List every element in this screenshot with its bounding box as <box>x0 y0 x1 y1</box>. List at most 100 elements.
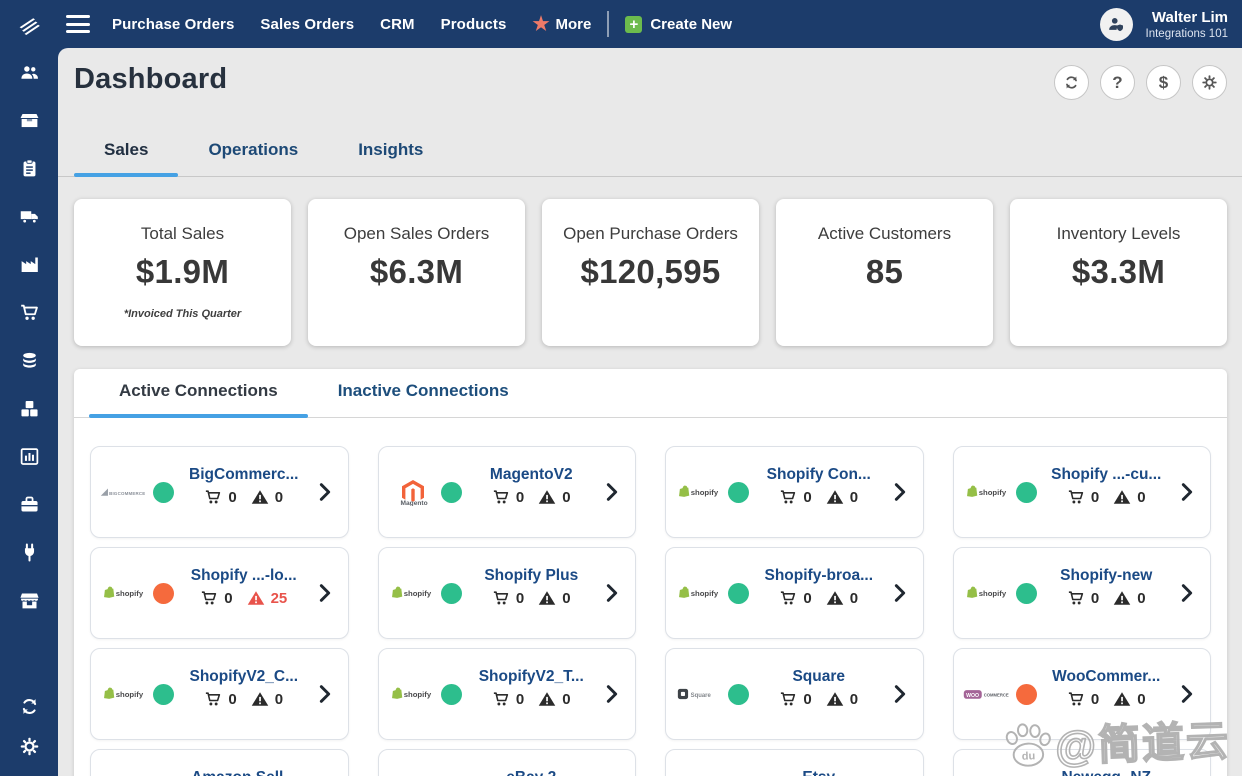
dollar-button[interactable]: $ <box>1146 65 1181 100</box>
chevron-right-icon[interactable] <box>889 582 911 604</box>
tab-active-connections[interactable]: Active Connections <box>89 369 308 418</box>
chevron-right-icon[interactable] <box>1176 683 1198 705</box>
coins-icon[interactable] <box>0 336 58 384</box>
status-dot <box>153 582 174 604</box>
chevron-right-icon[interactable] <box>314 582 336 604</box>
chevron-right-icon[interactable] <box>1176 481 1198 503</box>
gear-button[interactable] <box>1192 65 1227 100</box>
chevron-right-icon[interactable] <box>601 481 623 503</box>
user-info[interactable]: Walter Lim Integrations 101 <box>1146 9 1228 40</box>
connection-title[interactable]: Shopify-new <box>1037 567 1177 585</box>
connection-title[interactable]: BigCommerc... <box>174 466 314 484</box>
errors-count: 25 <box>270 589 288 607</box>
menu-icon[interactable] <box>58 15 98 33</box>
chevron-right-icon[interactable] <box>314 683 336 705</box>
chevron-right-icon[interactable] <box>601 683 623 705</box>
orders-count: 0 <box>803 690 812 708</box>
user-avatar[interactable] <box>1099 7 1133 41</box>
svg-text:WOO: WOO <box>966 692 979 698</box>
nav-item-more[interactable]: ★ More <box>532 15 591 34</box>
magento-logo: Magento <box>385 479 441 506</box>
chevron-right-icon[interactable] <box>889 481 911 503</box>
users-icon[interactable] <box>0 48 58 96</box>
tab-label: Inactive Connections <box>337 381 509 400</box>
connection-title[interactable]: Shopify ...-lo... <box>174 567 314 585</box>
connection-title[interactable]: Shopify-broa... <box>749 567 889 585</box>
connection-title[interactable]: Newegg -NZ <box>1037 769 1177 776</box>
orders-count: 0 <box>803 488 812 506</box>
page-title: Dashboard <box>74 63 228 95</box>
status-dot <box>153 481 174 503</box>
connection-title[interactable]: Amazon Sell... <box>174 769 314 776</box>
connection-card-shopify-con[interactable]: shopify Shopify Con... 0 0 <box>665 446 924 538</box>
connection-card-etsy[interactable]: Etsy <box>665 749 924 776</box>
connection-title[interactable]: Shopify Plus <box>462 567 602 585</box>
errors-count: 0 <box>1137 589 1146 607</box>
tab-operations[interactable]: Operations <box>178 126 328 176</box>
gear-icon <box>1201 74 1218 91</box>
connection-card-shopify-cu[interactable]: shopify Shopify ...-cu... 0 0 <box>952 446 1211 538</box>
kpi-label: Active Customers <box>817 224 952 243</box>
connection-card-ebay-2[interactable]: eBay 2 <box>377 749 636 776</box>
tab-sales[interactable]: Sales <box>74 126 179 177</box>
connection-card-shopifyv2-t[interactable]: shopify ShopifyV2_T... 0 0 <box>377 648 636 740</box>
connection-title[interactable]: Shopify ...-cu... <box>1037 466 1177 484</box>
connection-title[interactable]: Square <box>749 668 889 686</box>
cart-icon[interactable] <box>0 288 58 336</box>
connection-card-amazon-sell[interactable]: Amazon Sell... <box>90 749 349 776</box>
connection-title[interactable]: eBay 2 <box>462 769 602 776</box>
orders-count: 0 <box>228 488 237 506</box>
factory-icon[interactable] <box>0 240 58 288</box>
chevron-right-icon[interactable] <box>889 683 911 705</box>
connection-card-square[interactable]: Square Square 0 0 <box>665 648 924 740</box>
chevron-right-icon[interactable] <box>601 582 623 604</box>
connections-grid: BIGCOMMERCE BigCommerc... 0 0 Magento Ma… <box>74 418 1227 776</box>
cubes-icon[interactable] <box>0 384 58 432</box>
connection-title[interactable]: Shopify Con... <box>749 466 889 484</box>
connection-title[interactable]: WooCommer... <box>1037 668 1177 686</box>
errors-count: 0 <box>562 690 571 708</box>
question-button[interactable]: ? <box>1100 65 1135 100</box>
chevron-right-icon[interactable] <box>314 481 336 503</box>
svg-text:BIGCOMMERCE: BIGCOMMERCE <box>109 491 145 496</box>
app-logo[interactable] <box>0 0 58 48</box>
clipboard-icon[interactable] <box>0 144 58 192</box>
nav-item-sales-orders[interactable]: Sales Orders <box>260 16 354 33</box>
tab-inactive-connections[interactable]: Inactive Connections <box>308 369 539 417</box>
gear-icon[interactable] <box>0 726 58 766</box>
connection-card-magentov2[interactable]: Magento MagentoV2 0 0 <box>377 446 636 538</box>
errors-count: 0 <box>1137 690 1146 708</box>
sync-icon[interactable] <box>0 686 58 726</box>
briefcase-icon[interactable] <box>0 480 58 528</box>
nav-item-crm[interactable]: CRM <box>380 16 414 33</box>
connection-card-shopify-lo[interactable]: shopify Shopify ...-lo... 0 25 <box>90 547 349 639</box>
connection-card-bigcommerc[interactable]: BIGCOMMERCE BigCommerc... 0 0 <box>90 446 349 538</box>
nav-item-products[interactable]: Products <box>441 16 507 33</box>
connection-title[interactable]: Etsy <box>749 769 889 776</box>
storefront-icon[interactable] <box>0 576 58 624</box>
truck-icon[interactable] <box>0 192 58 240</box>
connection-card-newegg-nz[interactable]: Newegg -NZ <box>952 749 1211 776</box>
connection-card-shopify-new[interactable]: shopify Shopify-new 0 0 <box>952 547 1211 639</box>
connection-title[interactable]: MagentoV2 <box>462 466 602 484</box>
connection-title[interactable]: ShopifyV2_T... <box>462 668 602 686</box>
connection-card-shopify-broa[interactable]: shopify Shopify-broa... 0 0 <box>665 547 924 639</box>
chevron-right-icon[interactable] <box>1176 582 1198 604</box>
kpi-label: Inventory Levels <box>1056 224 1181 243</box>
tab-insights[interactable]: Insights <box>328 126 453 176</box>
sync-button[interactable] <box>1054 65 1089 100</box>
svg-text:shopify: shopify <box>691 589 719 598</box>
package-icon[interactable] <box>0 96 58 144</box>
connection-card-shopifyv2-c[interactable]: shopify ShopifyV2_C... 0 0 <box>90 648 349 740</box>
connections-tabs: Active Connections Inactive Connections <box>74 369 1227 418</box>
connection-card-woocommer[interactable]: WOO COMMERCE WooCommer... 0 0 <box>952 648 1211 740</box>
cart-icon <box>1068 591 1084 605</box>
connection-title[interactable]: ShopifyV2_C... <box>174 668 314 686</box>
nav-item-purchase-orders[interactable]: Purchase Orders <box>112 16 234 33</box>
create-new-button[interactable]: + Create New <box>625 15 732 33</box>
status-dot <box>728 683 749 705</box>
plug-icon[interactable] <box>0 528 58 576</box>
bar-chart-icon[interactable] <box>0 432 58 480</box>
connection-card-shopify-plus[interactable]: shopify Shopify Plus 0 0 <box>377 547 636 639</box>
cart-icon <box>493 490 509 504</box>
